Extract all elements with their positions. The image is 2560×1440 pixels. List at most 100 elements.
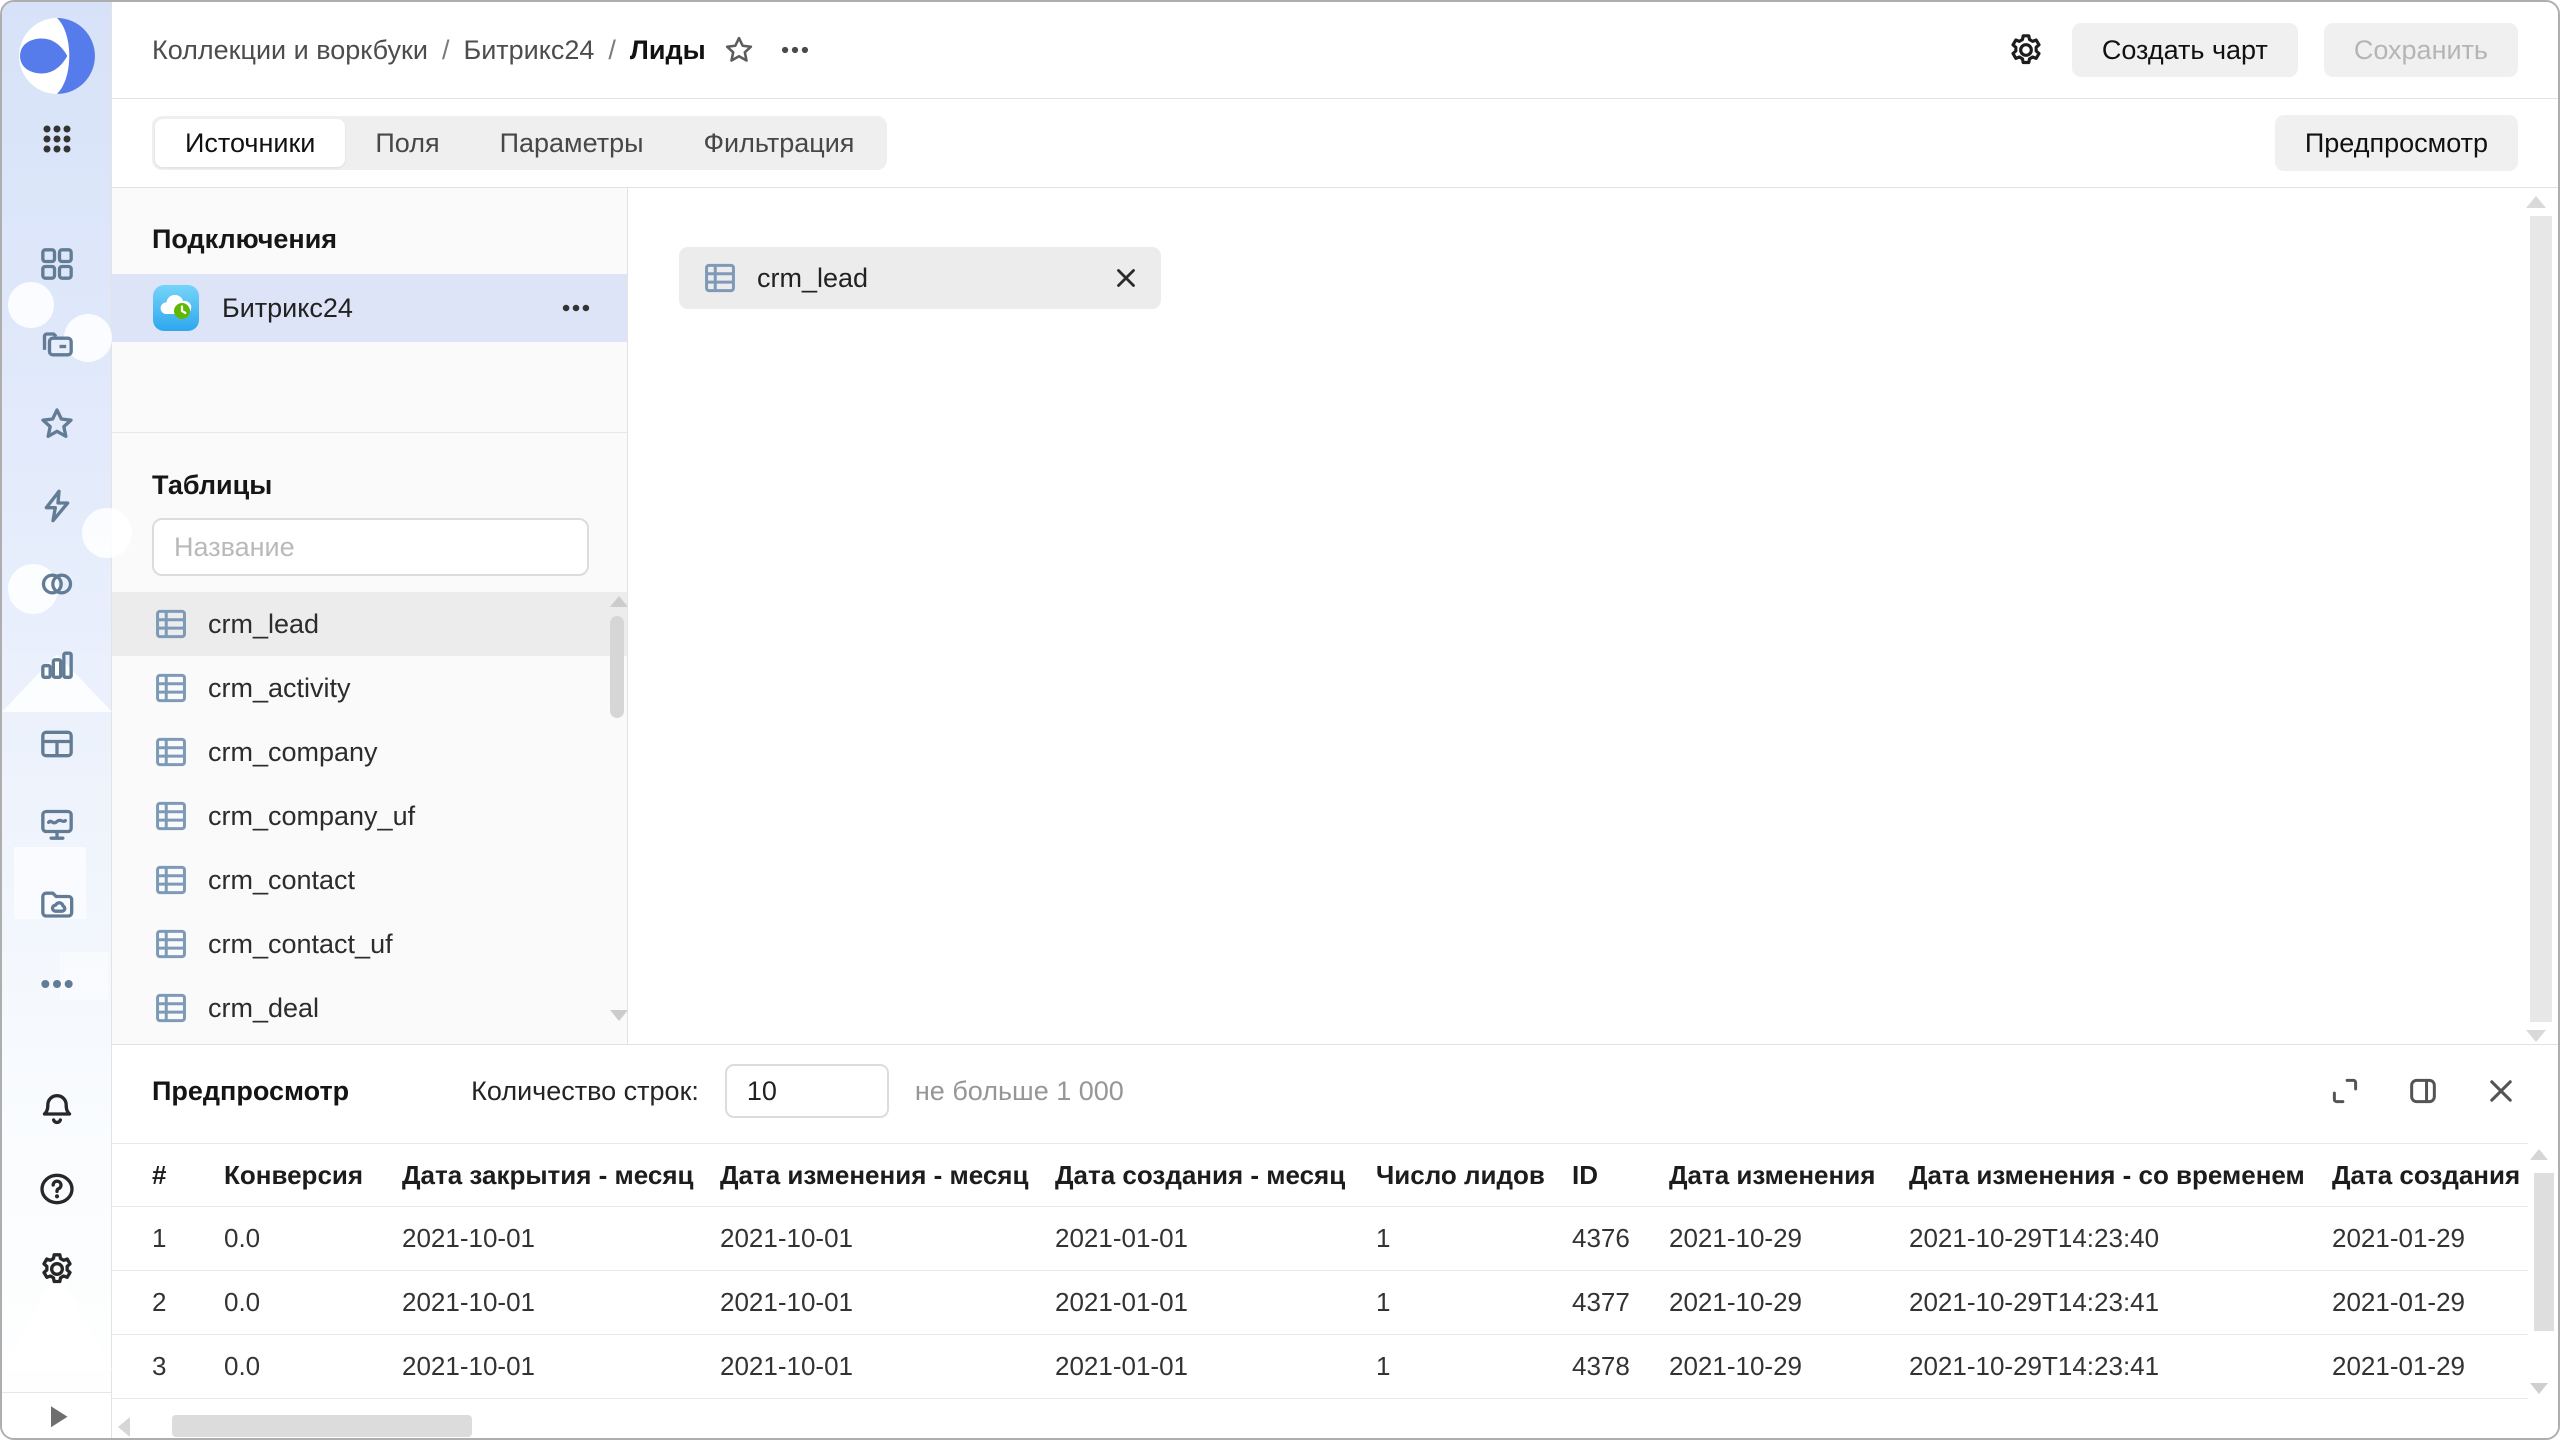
dataset-settings-gear-icon[interactable] bbox=[2006, 30, 2046, 70]
tab-parameters[interactable]: Параметры bbox=[470, 119, 674, 167]
table-name: crm_contact_uf bbox=[208, 929, 393, 960]
settings-gear-icon[interactable] bbox=[35, 1247, 79, 1291]
col-header: Дата изменения bbox=[1669, 1160, 1909, 1191]
cell: 2021-01-29 bbox=[2332, 1223, 2528, 1254]
sidebar-item-tables[interactable] bbox=[35, 722, 79, 766]
topbar: Коллекции и воркбуки / Битрикс24 / Лиды bbox=[112, 2, 2558, 99]
sidebar-item-charts[interactable] bbox=[35, 642, 79, 686]
favorite-star-icon[interactable] bbox=[722, 33, 756, 67]
table-icon bbox=[152, 733, 190, 771]
table-name: crm_company_uf bbox=[208, 801, 415, 832]
chip-close-icon[interactable] bbox=[1111, 263, 1141, 293]
cell: 1 bbox=[1376, 1287, 1572, 1318]
sidebar bbox=[2, 2, 112, 1438]
create-chart-button[interactable]: Создать чарт bbox=[2072, 23, 2298, 77]
cell: 2021-01-01 bbox=[1055, 1287, 1376, 1318]
cell: 2021-10-01 bbox=[720, 1287, 1055, 1318]
datalens-logo[interactable] bbox=[18, 17, 96, 95]
notifications-bell-icon[interactable] bbox=[35, 1087, 79, 1131]
preview-scroll-left-arrow[interactable] bbox=[118, 1417, 130, 1437]
cell: 3 bbox=[152, 1351, 224, 1382]
table-row: 2 0.0 2021-10-01 2021-10-01 2021-01-01 1… bbox=[112, 1271, 2528, 1335]
preview-header: Предпросмотр Количество строк: не больше… bbox=[112, 1045, 2558, 1137]
table-item-crm-activity[interactable]: crm_activity bbox=[112, 656, 627, 720]
sidebar-item-datasets[interactable] bbox=[35, 562, 79, 606]
table-item-crm-contact[interactable]: crm_contact bbox=[112, 848, 627, 912]
sidebar-item-connections[interactable] bbox=[35, 484, 79, 528]
breadcrumb-collections[interactable]: Коллекции и воркбуки bbox=[152, 35, 428, 66]
preview-scroll-up-arrow[interactable] bbox=[2530, 1149, 2548, 1160]
tabbar: Источники Поля Параметры Фильтрация Пред… bbox=[112, 99, 2558, 188]
breadcrumb-separator: / bbox=[608, 35, 616, 66]
canvas-scroll-down-arrow[interactable] bbox=[2526, 1030, 2546, 1042]
cell: 4376 bbox=[1572, 1223, 1669, 1254]
preview-dock-panel-icon[interactable] bbox=[2406, 1074, 2440, 1108]
cell: 2021-10-01 bbox=[720, 1223, 1055, 1254]
sidebar-item-collections[interactable] bbox=[35, 322, 79, 366]
source-chip-crm-lead[interactable]: crm_lead bbox=[679, 247, 1161, 309]
sidebar-item-more[interactable] bbox=[35, 962, 79, 1006]
col-header: Дата изменения - месяц bbox=[720, 1160, 1055, 1191]
more-actions-icon[interactable] bbox=[778, 33, 812, 67]
row-count-label: Количество строк: bbox=[471, 1076, 699, 1107]
sidebar-item-storage[interactable] bbox=[35, 882, 79, 926]
canvas-scroll-up-arrow[interactable] bbox=[2526, 196, 2546, 208]
preview-scroll-down-arrow[interactable] bbox=[2530, 1383, 2548, 1394]
cell: 4377 bbox=[1572, 1287, 1669, 1318]
sidebar-item-favorites[interactable] bbox=[35, 402, 79, 446]
cell: 2021-10-01 bbox=[402, 1351, 720, 1382]
canvas-scrollbar-thumb[interactable] bbox=[2530, 216, 2552, 1022]
table-item-crm-company-uf[interactable]: crm_company_uf bbox=[112, 784, 627, 848]
cell: 2021-10-29T14:23:41 bbox=[1909, 1287, 2332, 1318]
cell: 2021-10-29 bbox=[1669, 1287, 1909, 1318]
sidebar-expand-button[interactable] bbox=[2, 1392, 111, 1438]
cell: 2021-10-01 bbox=[720, 1351, 1055, 1382]
connection-more-icon[interactable] bbox=[559, 291, 593, 325]
tab-fields[interactable]: Поля bbox=[345, 119, 469, 167]
apps-grid-icon[interactable] bbox=[35, 117, 79, 161]
cell: 2021-01-29 bbox=[2332, 1351, 2528, 1382]
list-scrollbar-thumb[interactable] bbox=[610, 616, 624, 718]
col-header: # bbox=[152, 1160, 224, 1191]
deco-circle bbox=[82, 508, 132, 558]
cell: 2021-10-29 bbox=[1669, 1351, 1909, 1382]
help-icon[interactable] bbox=[35, 1167, 79, 1211]
table-item-crm-contact-uf[interactable]: crm_contact_uf bbox=[112, 912, 627, 976]
table-item-crm-lead[interactable]: crm_lead bbox=[112, 592, 627, 656]
sidebar-item-editor[interactable] bbox=[35, 802, 79, 846]
table-item-crm-deal[interactable]: crm_deal bbox=[112, 976, 627, 1040]
preview-vscrollbar-thumb[interactable] bbox=[2534, 1173, 2554, 1331]
table-name: crm_activity bbox=[208, 673, 351, 704]
preview-close-icon[interactable] bbox=[2484, 1074, 2518, 1108]
cell: 2021-01-01 bbox=[1055, 1223, 1376, 1254]
tab-sources[interactable]: Источники bbox=[155, 119, 345, 167]
preview-title: Предпросмотр bbox=[152, 1076, 349, 1107]
breadcrumb-workbook[interactable]: Битрикс24 bbox=[463, 35, 594, 66]
preview-hscrollbar[interactable] bbox=[112, 1415, 2528, 1439]
table-search-input[interactable] bbox=[152, 518, 589, 576]
play-expand-icon bbox=[39, 1398, 75, 1434]
row-count-input[interactable] bbox=[725, 1064, 889, 1118]
preview-hscrollbar-thumb[interactable] bbox=[172, 1415, 472, 1437]
save-button[interactable]: Сохранить bbox=[2324, 23, 2518, 77]
table-name: crm_contact bbox=[208, 865, 355, 896]
table-item-crm-company[interactable]: crm_company bbox=[112, 720, 627, 784]
preview-expand-icon[interactable] bbox=[2328, 1074, 2362, 1108]
table-icon bbox=[152, 861, 190, 899]
preview-table: # Конверсия Дата закрытия - месяц Дата и… bbox=[112, 1143, 2528, 1399]
cell: 2021-10-01 bbox=[402, 1287, 720, 1318]
cell: 2021-10-29T14:23:40 bbox=[1909, 1223, 2332, 1254]
sidebar-item-widgets[interactable] bbox=[35, 242, 79, 286]
list-scroll-down-arrow[interactable] bbox=[610, 1010, 628, 1021]
preview-toggle-button[interactable]: Предпросмотр bbox=[2275, 115, 2518, 171]
breadcrumb-current: Лиды bbox=[630, 35, 706, 66]
tables-list: crm_lead crm_activity crm_company crm_co… bbox=[112, 592, 627, 1040]
cell: 0.0 bbox=[224, 1287, 402, 1318]
connection-item-bitrix24[interactable]: Битрикс24 bbox=[112, 274, 627, 342]
sources-canvas: crm_lead bbox=[629, 188, 2558, 1044]
tab-filtering[interactable]: Фильтрация bbox=[674, 119, 885, 167]
tables-title: Таблицы bbox=[152, 470, 272, 501]
list-scroll-up-arrow[interactable] bbox=[610, 596, 628, 607]
col-header: Дата создания bbox=[2332, 1160, 2528, 1191]
cell: 1 bbox=[1376, 1351, 1572, 1382]
